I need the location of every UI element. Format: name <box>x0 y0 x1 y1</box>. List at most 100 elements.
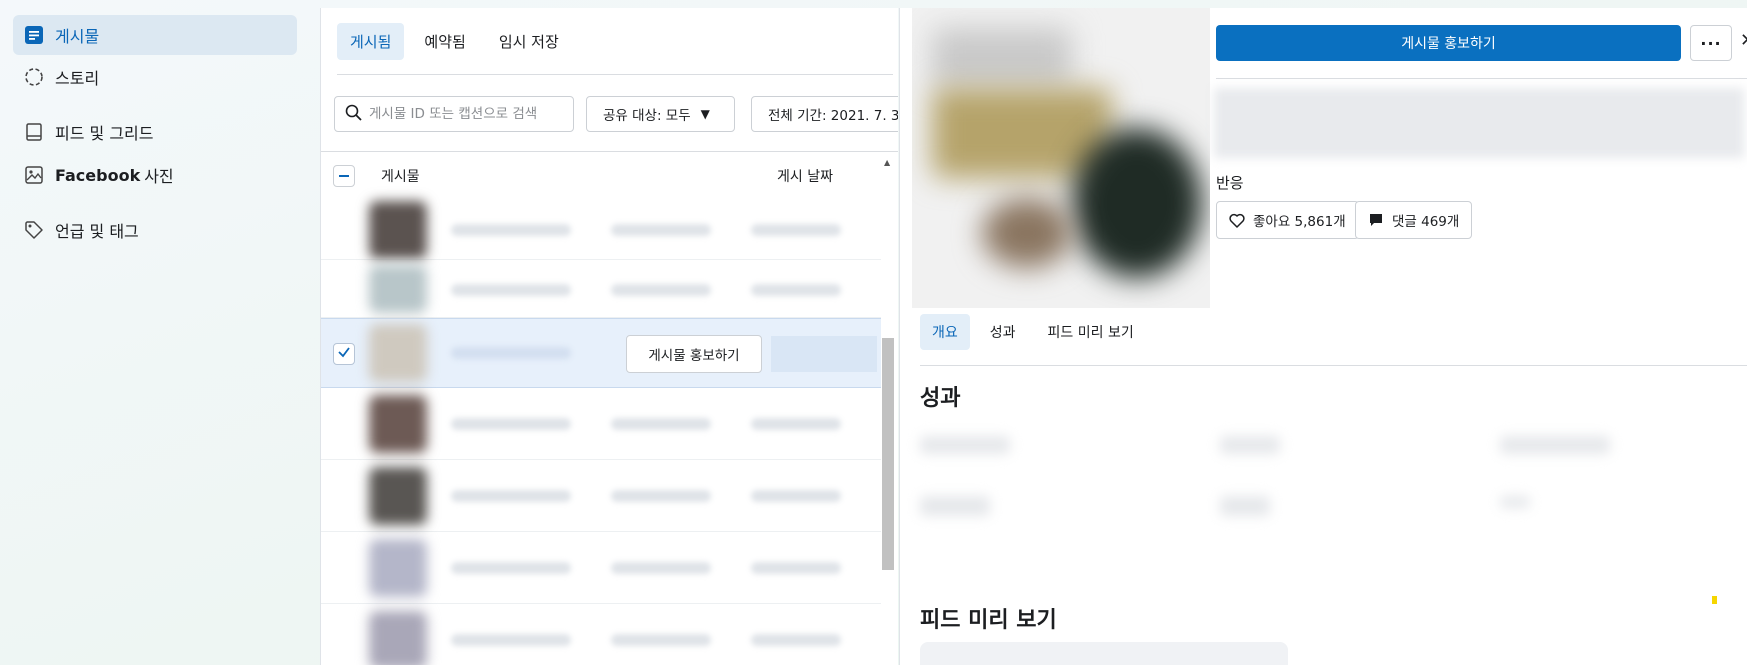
left-navigation: 게시물 스토리 피드 및 그리드 Facebook 사진 언급 및 태그 <box>0 0 318 665</box>
detail-tabs: 개요 성과 피드 미리 보기 <box>920 314 1154 350</box>
story-icon <box>23 66 45 88</box>
blurred-image-region <box>982 198 1072 268</box>
nav-item-stories[interactable]: 스토리 <box>13 57 297 97</box>
blurred-text <box>611 490 711 502</box>
post-thumbnail <box>369 611 427 665</box>
comment-icon <box>1368 212 1384 228</box>
blurred-text <box>451 562 571 574</box>
feed-preview-heading: 피드 미리 보기 <box>920 608 1057 633</box>
nav-item-label: 피드 및 그리드 <box>55 124 154 143</box>
photo-icon <box>23 164 45 186</box>
tab-performance[interactable]: 성과 <box>978 314 1028 350</box>
nav-item-label-bold: Facebook <box>55 165 141 185</box>
nav-item-facebook-photos[interactable]: Facebook 사진 <box>13 155 297 195</box>
promote-post-button[interactable]: 게시물 홍보하기 <box>626 335 762 373</box>
comments-button[interactable]: 댓글 469개 <box>1355 201 1473 239</box>
column-header-post[interactable]: 게시물 <box>381 166 420 186</box>
nav-item-label: 사진 <box>144 167 174 186</box>
blurred-metric <box>1220 436 1280 454</box>
blurred-text <box>611 284 711 296</box>
divider <box>1216 78 1747 79</box>
blurred-image-region <box>1072 128 1202 278</box>
post-thumbnail <box>369 539 427 597</box>
likes-button[interactable]: 좋아요 5,861개 <box>1216 201 1359 239</box>
tab-published[interactable]: 게시됨 <box>337 23 405 60</box>
promote-post-primary-button[interactable]: 게시물 홍보하기 <box>1216 25 1681 61</box>
cursor-marker <box>1712 596 1717 604</box>
blurred-text <box>751 284 841 296</box>
blurred-text <box>751 224 841 236</box>
close-icon[interactable]: ✕ <box>1740 30 1747 51</box>
table-row-selected[interactable]: 게시물 홍보하기 <box>321 318 881 388</box>
post-rows: 게시물 홍보하기 <box>321 200 881 665</box>
blurred-text <box>751 490 841 502</box>
blurred-metric <box>1500 436 1610 454</box>
nav-item-label: 스토리 <box>55 69 100 88</box>
post-thumbnail <box>369 467 427 525</box>
table-row[interactable] <box>321 534 881 604</box>
divider <box>920 365 1747 366</box>
table-row[interactable] <box>321 462 881 532</box>
blurred-text <box>751 418 841 430</box>
nav-item-label: 게시물 <box>55 27 100 46</box>
blurred-text <box>451 284 571 296</box>
tab-feed-preview[interactable]: 피드 미리 보기 <box>1036 314 1146 350</box>
checkmark-icon <box>337 345 351 363</box>
blurred-text <box>451 490 571 502</box>
posts-icon <box>23 24 45 46</box>
performance-heading: 성과 <box>920 386 961 411</box>
table-row[interactable] <box>321 196 881 260</box>
post-thumbnail <box>369 265 427 313</box>
tab-overview[interactable]: 개요 <box>920 314 970 350</box>
blurred-text <box>751 562 841 574</box>
blurred-text <box>611 418 711 430</box>
audience-dropdown-label: 공유 대상: 모두 <box>603 108 691 124</box>
nav-item-posts[interactable]: 게시물 <box>13 15 297 55</box>
table-row[interactable] <box>321 606 881 665</box>
blurred-text <box>611 562 711 574</box>
table-row[interactable] <box>321 390 881 460</box>
post-thumbnail <box>369 395 427 453</box>
scroll-up-icon[interactable]: ▲ <box>884 158 890 167</box>
blurred-text <box>751 634 841 646</box>
nav-item-label: 언급 및 태그 <box>55 222 139 241</box>
select-all-checkbox[interactable] <box>333 165 355 187</box>
blurred-text <box>451 418 571 430</box>
date-range-label: 전체 기간: 2021. 7. 30 <box>768 108 898 124</box>
row-checkbox[interactable] <box>333 343 355 365</box>
feed-preview-card <box>920 642 1288 665</box>
date-range-button[interactable]: 전체 기간: 2021. 7. 30 <box>751 96 898 132</box>
blurred-text <box>611 224 711 236</box>
blurred-image-region <box>932 28 1072 88</box>
list-scrollbar[interactable]: ▲ <box>881 152 895 572</box>
table-header: 게시물 게시 날짜 <box>321 152 881 200</box>
post-list-panel: 게시됨 예약됨 임시 저장 공유 대상: 모두 ▼ 전체 기간: 2021. 7… <box>320 8 898 665</box>
reactions-heading: 반응 <box>1216 174 1244 192</box>
tab-drafts[interactable]: 임시 저장 <box>486 23 572 60</box>
post-detail-panel: 게시물 홍보하기 ··· ✕ 반응 좋아요 5,861개 댓글 469개 개요 … <box>899 8 1747 665</box>
blurred-text <box>451 224 571 236</box>
post-thumbnail <box>369 201 427 259</box>
blurred-metric <box>920 436 1010 454</box>
table-row[interactable] <box>321 260 881 318</box>
blurred-caption <box>1214 88 1744 158</box>
tag-icon <box>23 219 45 241</box>
minus-icon <box>339 175 349 177</box>
tab-scheduled[interactable]: 예약됨 <box>411 23 478 60</box>
more-options-button[interactable]: ··· <box>1690 25 1732 61</box>
nav-item-feed-grid[interactable]: 피드 및 그리드 <box>13 112 297 152</box>
blurred-metric <box>1500 496 1530 508</box>
audience-dropdown[interactable]: 공유 대상: 모두 ▼ <box>586 96 735 132</box>
nav-item-mentions-tags[interactable]: 언급 및 태그 <box>13 210 297 250</box>
comments-count: 댓글 469개 <box>1392 214 1460 230</box>
search-input[interactable] <box>369 106 559 122</box>
blurred-metric <box>1220 496 1270 516</box>
blurred-text <box>611 634 711 646</box>
scrollbar-thumb[interactable] <box>882 338 894 570</box>
post-image-preview <box>912 8 1210 308</box>
date-cell <box>771 336 877 372</box>
column-header-date[interactable]: 게시 날짜 <box>777 166 833 186</box>
post-thumbnail <box>369 324 427 382</box>
divider <box>337 74 893 75</box>
search-box[interactable] <box>334 96 574 132</box>
